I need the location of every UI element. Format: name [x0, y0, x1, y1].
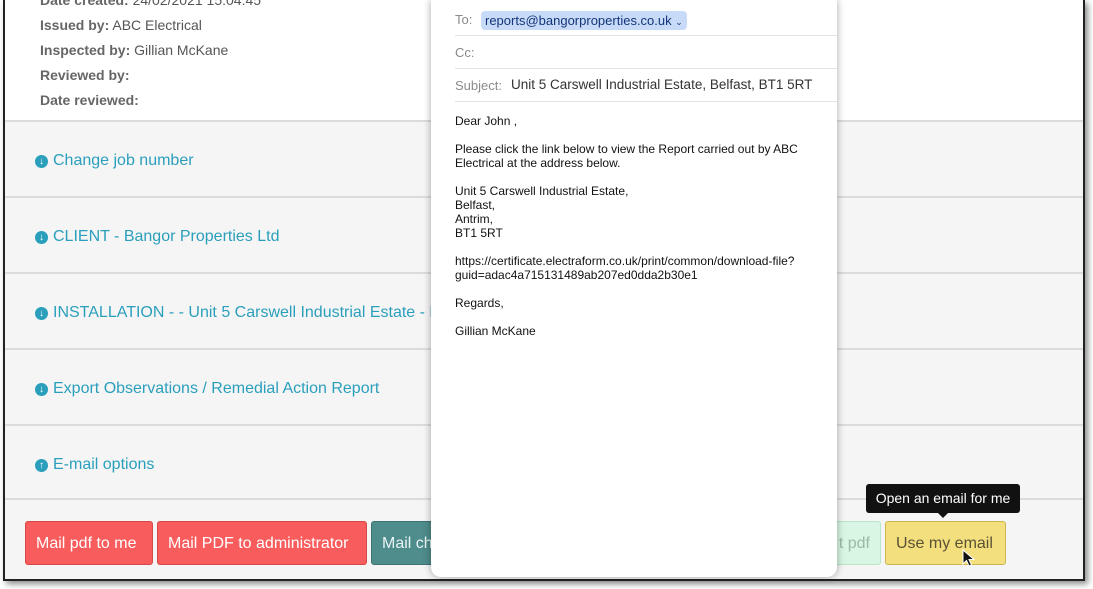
- subject-row[interactable]: Subject: Unit 5 Carswell Industrial Esta…: [455, 68, 837, 102]
- email-body[interactable]: Dear John , Please click the link below …: [455, 114, 815, 352]
- chevron-down-icon: ⌄: [675, 17, 683, 27]
- meta-inspected-by: Inspected by: Gillian McKane: [40, 42, 229, 58]
- tooltip: Open an email for me: [866, 484, 1020, 518]
- download-link[interactable]: https://certificate.electraform.co.uk/pr…: [455, 254, 815, 282]
- panel-toggle-change-job-number[interactable]: ↓ Change job number: [35, 152, 194, 170]
- email-compose-window: To: reports@bangorproperties.co.uk ⌄ Cc:…: [431, 0, 837, 577]
- use-my-email-button[interactable]: Use my email: [885, 521, 1006, 565]
- panel-toggle-export-observations[interactable]: ↓ Export Observations / Remedial Action R…: [35, 380, 379, 398]
- panel-toggle-client[interactable]: ↓ CLIENT - Bangor Properties Ltd: [35, 228, 279, 246]
- to-row: To: reports@bangorproperties.co.uk ⌄: [455, 2, 837, 36]
- regards: Regards,: [455, 296, 504, 310]
- mouse-pointer-icon: [962, 549, 976, 567]
- report-meta: Date created: 24/02/2021 15:04:45 Issued…: [40, 0, 261, 113]
- address: Unit 5 Carswell Industrial Estate, Belfas…: [455, 184, 629, 240]
- meta-date-created: Date created: 24/02/2021 15:04:45: [40, 0, 262, 8]
- meta-date-reviewed: Date reviewed:: [40, 92, 139, 108]
- meta-issued-by: Issued by: ABC Electrical: [40, 17, 202, 33]
- greeting: Dear John ,: [455, 114, 518, 128]
- arrow-circle-down-icon: ↓: [35, 155, 48, 168]
- subject-field: Unit 5 Carswell Industrial Estate, Belfa…: [511, 77, 813, 92]
- signature: Gillian McKane: [455, 324, 536, 338]
- meta-reviewed-by: Reviewed by:: [40, 67, 130, 83]
- arrow-circle-down-icon: ↓: [35, 307, 48, 320]
- panel-toggle-email-options[interactable]: ↑ E-mail options: [35, 456, 154, 474]
- body-paragraph: Please click the link below to view the …: [455, 142, 798, 170]
- arrow-circle-up-icon: ↑: [35, 459, 48, 472]
- arrow-circle-down-icon: ↓: [35, 383, 48, 396]
- mail-pdf-to-me-button[interactable]: Mail pdf to me: [25, 521, 153, 565]
- recipient-chip[interactable]: reports@bangorproperties.co.uk ⌄: [481, 11, 687, 30]
- panel-toggle-installation[interactable]: ↓ INSTALLATION - - Unit 5 Carswell Indust…: [35, 304, 478, 322]
- arrow-circle-down-icon: ↓: [35, 231, 48, 244]
- cc-row[interactable]: Cc:: [455, 35, 837, 69]
- mail-pdf-to-admin-button[interactable]: Mail PDF to administrator: [157, 521, 367, 565]
